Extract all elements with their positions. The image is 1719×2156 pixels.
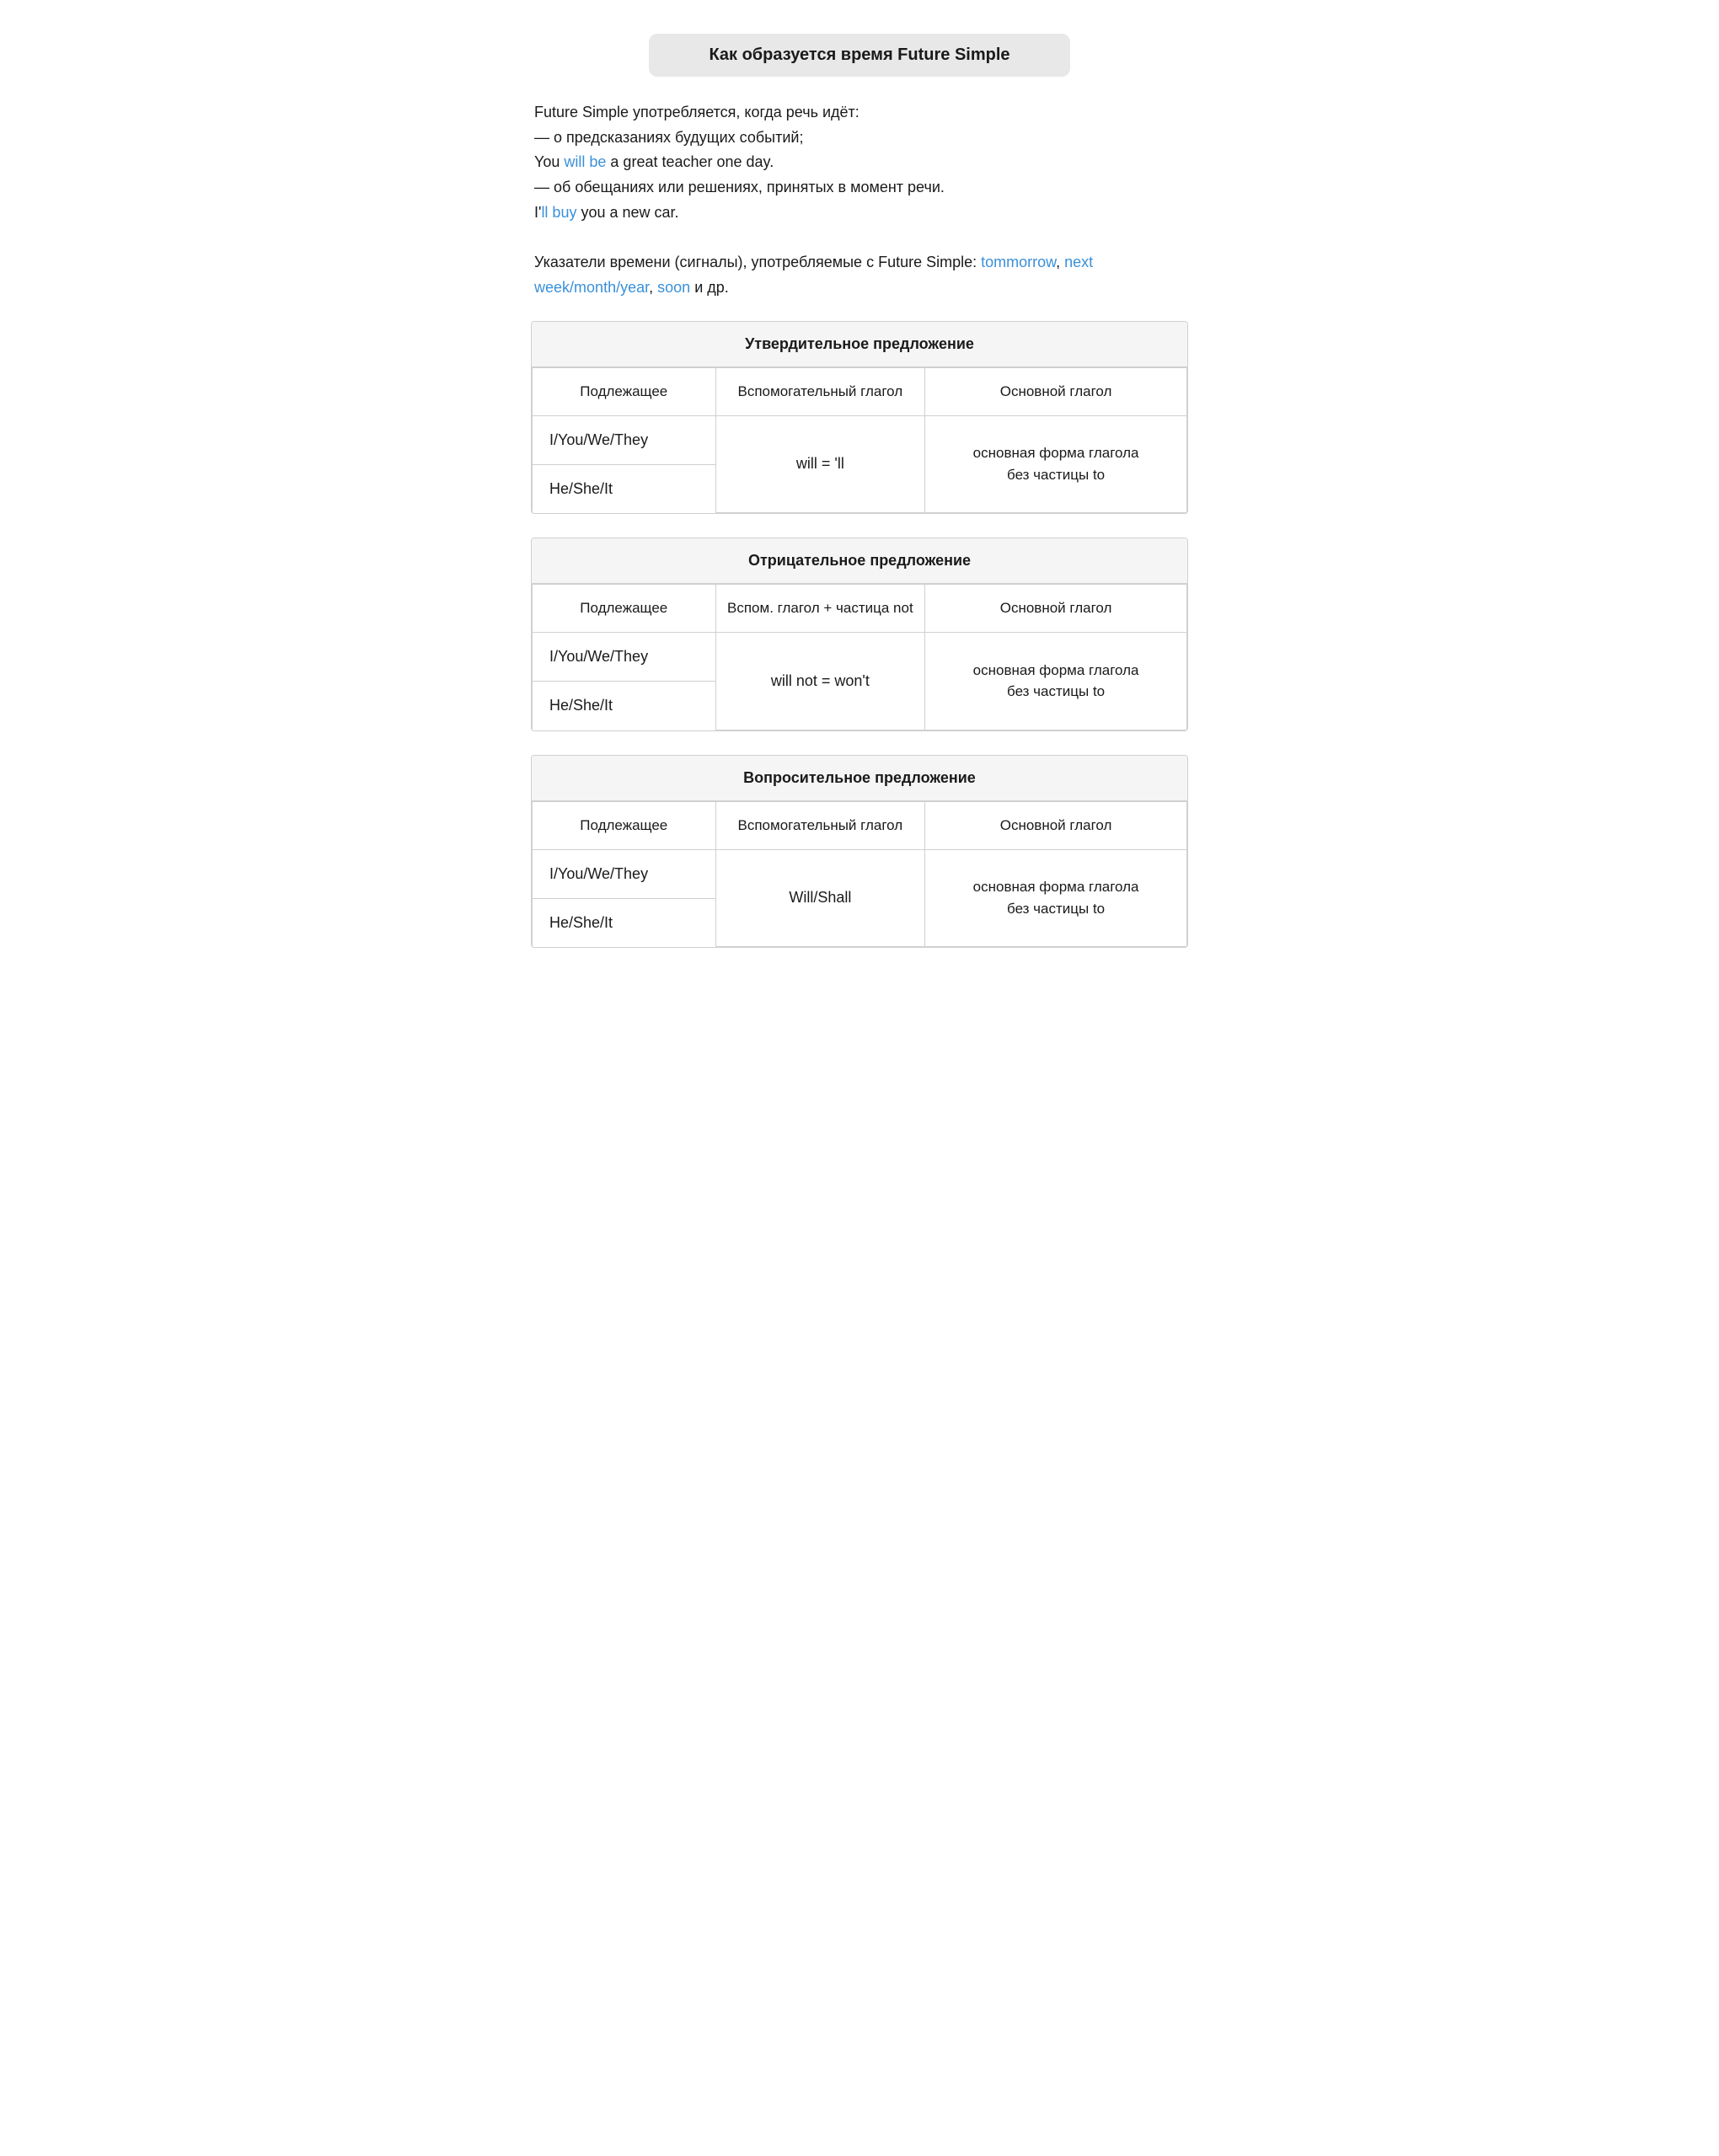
- affirmative-pronoun2: He/She/It: [533, 464, 716, 513]
- intro-line5-suffix: you a new car.: [576, 204, 678, 221]
- interrogative-row1: I/You/We/They Will/Shall основная форма …: [533, 849, 1187, 898]
- intro-sep1: ,: [1056, 254, 1064, 270]
- negative-table: Подлежащее Вспом. глагол + частица not О…: [532, 584, 1187, 730]
- intro-h3: month: [574, 279, 616, 296]
- negative-header: Отрицательное предложение: [532, 538, 1187, 584]
- affirmative-aux: will = 'll: [715, 415, 925, 513]
- negative-pronoun1: I/You/We/They: [533, 633, 716, 682]
- affirmative-col2: Вспомогательный глагол: [715, 367, 925, 415]
- negative-section: Отрицательное предложение Подлежащее Всп…: [531, 538, 1188, 731]
- interrogative-col2: Вспомогательный глагол: [715, 801, 925, 849]
- intro-line5-highlight: ll buy: [541, 204, 576, 221]
- negative-row1: I/You/We/They will not = won't основная …: [533, 633, 1187, 682]
- intro-line1: Future Simple употребляется, когда речь …: [534, 104, 860, 120]
- negative-col2: Вспом. глагол + частица not: [715, 585, 925, 633]
- intro-sep4: ,: [649, 279, 657, 296]
- interrogative-col3: Основной глагол: [925, 801, 1187, 849]
- affirmative-col1: Подлежащее: [533, 367, 716, 415]
- intro-line4: — об обещаниях или решениях, принятых в …: [534, 179, 945, 195]
- negative-aux: will not = won't: [715, 633, 925, 730]
- negative-col1: Подлежащее: [533, 585, 716, 633]
- interrogative-section: Вопросительное предложение Подлежащее Вс…: [531, 755, 1188, 949]
- page-title: Как образуется время Future Simple: [709, 45, 1009, 64]
- intro-h4: year: [620, 279, 649, 296]
- interrogative-col1: Подлежащее: [533, 801, 716, 849]
- intro-line3-highlight: will be: [564, 153, 606, 170]
- intro-line3-suffix: a great teacher one day.: [606, 153, 774, 170]
- affirmative-table: Подлежащее Вспомогательный глагол Основн…: [532, 367, 1187, 514]
- affirmative-row1: I/You/We/They will = 'll основная форма …: [533, 415, 1187, 464]
- intro-h1: tommorrow: [981, 254, 1056, 270]
- page-title-box: Как образуется время Future Simple: [649, 34, 1070, 77]
- affirmative-col3: Основной глагол: [925, 367, 1187, 415]
- interrogative-pronoun2: He/She/It: [533, 898, 716, 947]
- intro-suffix: и др.: [690, 279, 729, 296]
- interrogative-header: Вопросительное предложение: [532, 756, 1187, 801]
- intro-line3-prefix: You: [534, 153, 564, 170]
- negative-main: основная форма глагола без частицы to: [925, 633, 1187, 730]
- negative-pronoun2: He/She/It: [533, 682, 716, 730]
- interrogative-pronoun1: I/You/We/They: [533, 849, 716, 898]
- affirmative-pronoun1: I/You/We/They: [533, 415, 716, 464]
- interrogative-table: Подлежащее Вспомогательный глагол Основн…: [532, 801, 1187, 948]
- affirmative-header: Утвердительное предложение: [532, 322, 1187, 367]
- interrogative-aux: Will/Shall: [715, 849, 925, 947]
- intro-line2: — о предсказаниях будущих событий;: [534, 129, 803, 146]
- interrogative-main: основная форма глагола без частицы to: [925, 849, 1187, 947]
- affirmative-main: основная форма глагола без частицы to: [925, 415, 1187, 513]
- intro-line6-prefix: Указатели времени (сигналы), употребляем…: [534, 254, 981, 270]
- intro-text: Future Simple употребляется, когда речь …: [531, 100, 1188, 301]
- affirmative-section: Утвердительное предложение Подлежащее Вс…: [531, 321, 1188, 515]
- negative-col3: Основной глагол: [925, 585, 1187, 633]
- intro-h5: soon: [657, 279, 690, 296]
